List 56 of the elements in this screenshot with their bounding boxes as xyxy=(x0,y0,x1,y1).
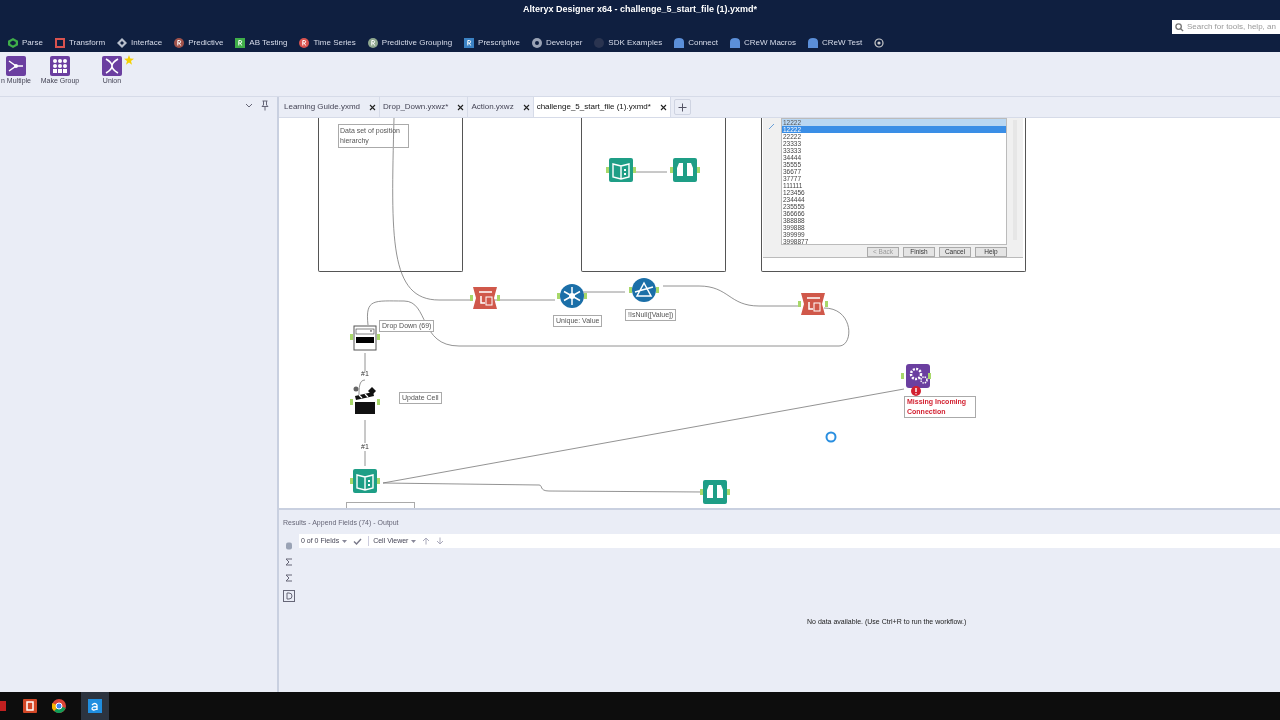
ribbon-tab[interactable]: CReW Test xyxy=(807,37,863,49)
connection-line xyxy=(582,291,626,293)
document-tab[interactable]: Drop_Down.yxwz* xyxy=(380,97,469,117)
ribbon-tab[interactable]: CReW Macros xyxy=(729,37,796,49)
ribbon-tab[interactable]: Interface xyxy=(117,37,163,49)
filter-tool[interactable] xyxy=(632,278,658,304)
close-icon[interactable] xyxy=(522,103,530,111)
ribbon-tab[interactable]: AB Testing xyxy=(235,37,288,49)
crosstab-tool[interactable] xyxy=(801,292,827,318)
text-input-tool[interactable] xyxy=(609,158,635,184)
ribbon-tab[interactable]: Developer xyxy=(531,37,583,49)
unique-tool[interactable] xyxy=(560,284,586,310)
connection-line xyxy=(364,419,366,467)
ribbon-tab[interactable]: Time Series xyxy=(299,37,356,49)
close-icon[interactable] xyxy=(457,103,465,111)
ribbon-tab[interactable]: Transform xyxy=(54,37,106,49)
add-icon[interactable] xyxy=(874,38,885,48)
chevron-down-icon[interactable] xyxy=(245,103,253,109)
ribbon-tab[interactable]: Prescriptive xyxy=(464,37,520,49)
new-tab-button[interactable] xyxy=(673,99,691,115)
join-tool-icon xyxy=(6,56,26,76)
plus-icon xyxy=(677,102,687,112)
ribbon-tab[interactable]: Parse xyxy=(8,37,43,49)
app-icon[interactable] xyxy=(0,698,8,714)
check-icon[interactable] xyxy=(353,537,363,545)
ribbon-tab[interactable]: Predictive xyxy=(174,37,224,49)
ribbon-tab[interactable]: Predictive Grouping xyxy=(367,37,453,49)
ribbon-tab[interactable]: SDK Examples xyxy=(594,37,663,49)
browse-tool[interactable] xyxy=(673,158,699,184)
document-tab[interactable]: challenge_5_start_file (1).yxmd* xyxy=(533,97,671,117)
taskbar-app-button[interactable] xyxy=(81,692,109,720)
wand-icon xyxy=(769,124,774,129)
union-tool-icon xyxy=(102,56,122,76)
ribbon-tab[interactable]: Connect xyxy=(674,37,718,49)
dropdown-tool[interactable] xyxy=(353,325,379,351)
search-field[interactable]: Search for tools, help, an xyxy=(1172,20,1280,34)
data-view-icon[interactable] xyxy=(283,590,295,602)
window-title: Alteryx Designer x64 - challenge_5_start_file (1).yxmd* xyxy=(522,3,758,16)
crosstab-tool[interactable] xyxy=(473,286,499,312)
container-box[interactable] xyxy=(318,118,463,272)
pin-icon[interactable] xyxy=(261,100,269,111)
caret-icon xyxy=(342,539,348,543)
group-tool-icon xyxy=(50,56,70,76)
browser-icon[interactable] xyxy=(52,699,66,713)
macro-tool[interactable] xyxy=(904,364,930,390)
caret-icon xyxy=(411,539,417,543)
document-tab[interactable]: Learning Guide.yxmd xyxy=(281,97,381,117)
search-icon xyxy=(1175,22,1184,32)
loading-icon xyxy=(825,431,837,443)
close-icon[interactable] xyxy=(659,103,667,111)
presentation-app-icon[interactable] xyxy=(23,699,37,713)
app-logo-icon xyxy=(88,699,102,713)
text-input-tool[interactable] xyxy=(353,469,379,495)
close-icon[interactable] xyxy=(369,103,377,111)
browse-tool[interactable] xyxy=(703,480,729,506)
document-tab[interactable]: Action.yxwz xyxy=(468,97,534,117)
